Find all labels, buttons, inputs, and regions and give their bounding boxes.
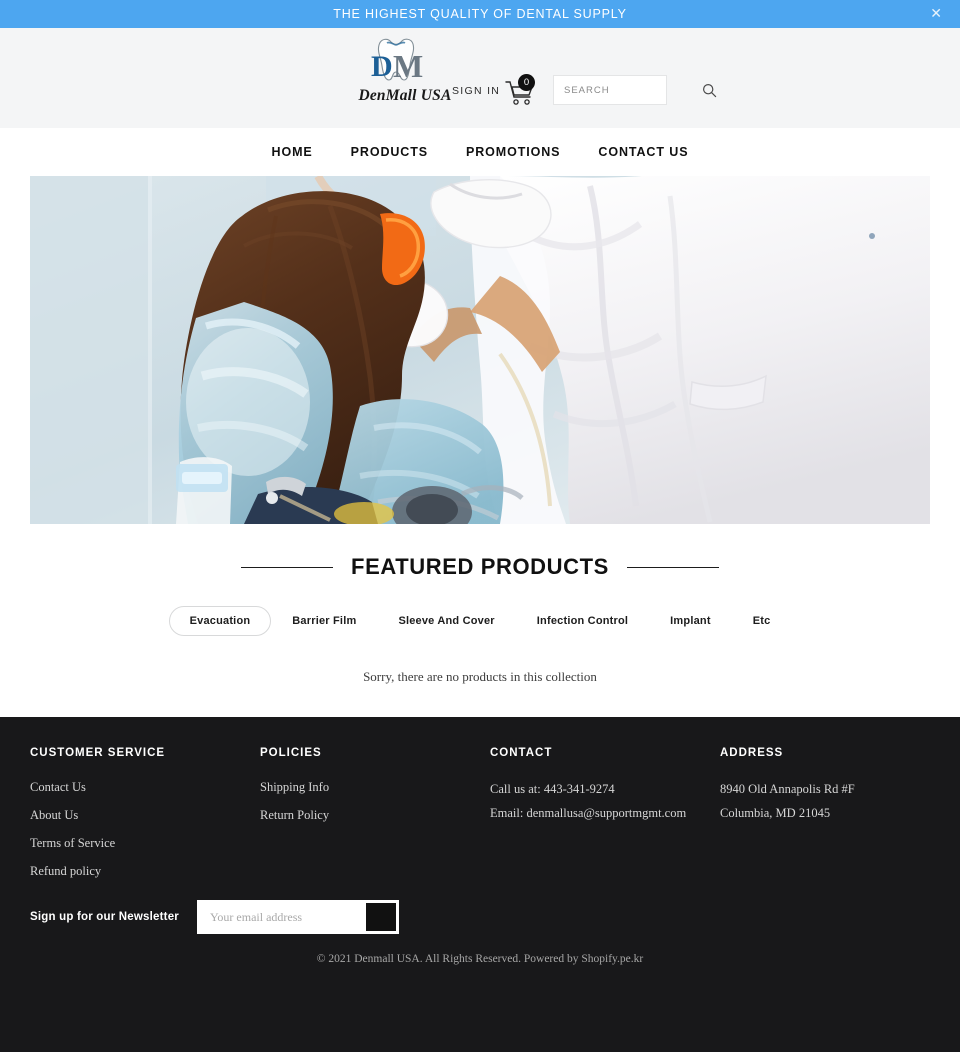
close-icon[interactable]: ✕ — [930, 7, 942, 21]
footer-link-terms-of-service[interactable]: Terms of Service — [30, 836, 260, 851]
footer-email-text: Email: denmallusa@supportmgmt.com — [490, 806, 687, 821]
logo-wordmark: DenMall USA — [358, 87, 452, 104]
footer-link-shipping-info[interactable]: Shipping Info — [260, 780, 490, 795]
site-logo[interactable]: D M DenMall USA — [352, 36, 458, 105]
footer-column-policies: POLICIES Shipping Info Return Policy — [260, 747, 490, 892]
nav-item-products[interactable]: PRODUCTS — [332, 145, 447, 159]
divider-left — [241, 566, 334, 568]
footer-column-title: POLICIES — [260, 747, 322, 759]
announcement-bar: THE HIGHEST QUALITY OF DENTAL SUPPLY ✕ — [0, 0, 960, 28]
footer-link-return-policy[interactable]: Return Policy — [260, 808, 490, 823]
search-submit-button[interactable] — [702, 76, 717, 104]
footer-address-line-2: Columbia, MD 21045 — [720, 806, 831, 821]
footer-column-title: ADDRESS — [720, 747, 784, 759]
footer-column-address: ADDRESS 8940 Old Annapolis Rd #F Columbi… — [720, 747, 930, 892]
tab-infection-control[interactable]: Infection Control — [516, 606, 649, 636]
site-header: D M DenMall USA SIGN IN 0 — [0, 28, 960, 128]
footer-link-about-us[interactable]: About Us — [30, 808, 260, 823]
search-icon — [702, 83, 717, 97]
site-footer: CUSTOMER SERVICE Contact Us About Us Ter… — [0, 717, 960, 1052]
footer-column-contact: CONTACT Call us at: 443-341-9274 Email: … — [490, 747, 720, 892]
newsletter-form — [196, 900, 399, 934]
empty-collection-message: Sorry, there are no products in this col… — [363, 669, 597, 684]
newsletter-submit-button[interactable] — [365, 903, 396, 931]
tab-barrier-film[interactable]: Barrier Film — [271, 606, 377, 636]
sign-in-link[interactable]: SIGN IN — [452, 85, 500, 97]
footer-columns: CUSTOMER SERVICE Contact Us About Us Ter… — [30, 747, 930, 892]
footer-link-contact-us[interactable]: Contact Us — [30, 780, 260, 795]
nav-item-promotions[interactable]: PROMOTIONS — [447, 145, 579, 159]
footer-address-line-1: 8940 Old Annapolis Rd #F — [720, 782, 855, 796]
footer-column-customer-service: CUSTOMER SERVICE Contact Us About Us Ter… — [30, 747, 260, 892]
main-navigation: HOME PRODUCTS PROMOTIONS CONTACT US — [0, 128, 960, 176]
announcement-text: THE HIGHEST QUALITY OF DENTAL SUPPLY — [333, 7, 627, 21]
hero-section — [0, 176, 960, 524]
collection-tabs: Evacuation Barrier Film Sleeve And Cover… — [0, 606, 960, 636]
cart-count-badge: 0 — [518, 74, 535, 91]
svg-text:D: D — [371, 50, 393, 83]
tab-evacuation[interactable]: Evacuation — [168, 606, 272, 636]
nav-item-home[interactable]: HOME — [253, 145, 332, 159]
featured-products-section: FEATURED PRODUCTS Evacuation Barrier Fil… — [0, 524, 960, 717]
section-title: FEATURED PRODUCTS — [351, 554, 609, 579]
newsletter-signup: Sign up for our Newsletter — [30, 900, 399, 934]
newsletter-label: Sign up for our Newsletter — [30, 911, 179, 923]
footer-phone-text: Call us at: 443-341-9274 — [490, 782, 615, 796]
tab-etc[interactable]: Etc — [732, 606, 792, 636]
search-form — [553, 75, 717, 105]
tab-implant[interactable]: Implant — [649, 606, 732, 636]
cart-button[interactable]: 0 — [505, 74, 535, 108]
search-input[interactable] — [554, 84, 702, 96]
footer-column-title: CONTACT — [490, 747, 553, 759]
footer-link-refund-policy[interactable]: Refund policy — [30, 864, 260, 879]
hero-image — [30, 176, 930, 524]
divider-right — [626, 566, 719, 568]
tooth-logo-icon: D M — [352, 36, 458, 86]
footer-column-title: CUSTOMER SERVICE — [30, 747, 166, 759]
hero-banner-slide[interactable] — [30, 176, 930, 524]
featured-header: FEATURED PRODUCTS — [0, 554, 960, 580]
tab-sleeve-and-cover[interactable]: Sleeve And Cover — [377, 606, 515, 636]
svg-text:M: M — [393, 48, 423, 84]
newsletter-email-input[interactable] — [199, 909, 366, 925]
copyright-text: © 2021 Denmall USA. All Rights Reserved.… — [316, 953, 644, 965]
nav-item-contact-us[interactable]: CONTACT US — [579, 145, 707, 159]
